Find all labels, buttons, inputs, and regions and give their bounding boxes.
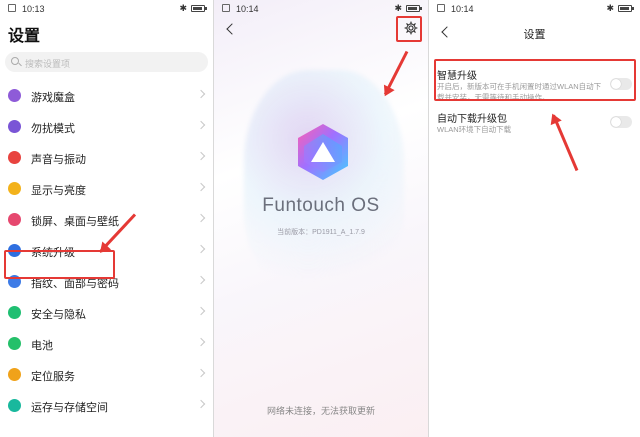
lock-icon (437, 4, 445, 12)
settings-item-label: 运存与存储空间 (31, 402, 108, 414)
moon-icon (8, 120, 21, 133)
bluetooth-icon: ✱ (606, 3, 614, 13)
chevron-right-icon (196, 151, 206, 161)
highlight-box-system-upgrade (4, 250, 115, 279)
status-bar: 10:14 ✱ (214, 0, 428, 18)
sun-icon (8, 182, 21, 195)
background-glow (244, 70, 404, 300)
settings-item-label: 声音与振动 (31, 154, 86, 166)
settings-list-item[interactable]: 安全与隐私 (0, 297, 213, 328)
chevron-right-icon (196, 399, 206, 409)
settings-list-item[interactable]: 锁屏、桌面与壁纸 (0, 204, 213, 235)
battery-status-icon (406, 5, 422, 12)
search-placeholder: 搜索设置项 (25, 59, 71, 69)
option-description: WLAN环境下自动下载 (437, 125, 512, 134)
highlight-box-gear (396, 16, 422, 42)
system-upgrade-panel: 10:14 ✱ Funtouch OS 当前版本：PD1911_A_1.7.9 … (214, 0, 428, 437)
settings-item-label: 锁屏、桌面与壁纸 (31, 216, 119, 228)
upgrade-settings-panel: 10:14 ✱ 设置 智慧升级 开启后，新版本可在手机闲置时通过WLAN自动下载… (429, 0, 640, 437)
settings-list-item[interactable]: 游戏魔盒 (0, 80, 213, 111)
settings-list-item[interactable]: 电池 (0, 328, 213, 359)
shield-icon (8, 306, 21, 319)
auto-download-toggle[interactable] (610, 116, 632, 128)
settings-item-label: 显示与亮度 (31, 185, 86, 197)
chevron-right-icon (196, 337, 206, 347)
network-status-message: 网络未连接，无法获取更新 (266, 406, 375, 416)
back-icon[interactable] (226, 23, 238, 35)
settings-item-label: 电池 (31, 340, 53, 352)
status-bar: 10:13 ✱ (0, 0, 213, 18)
speaker-icon (8, 151, 21, 164)
chevron-right-icon (196, 89, 206, 99)
chevron-right-icon (196, 213, 206, 223)
shirt-icon (8, 213, 21, 226)
lock-icon (222, 4, 230, 12)
status-bar: 10:14 ✱ (429, 0, 640, 18)
lock-icon (8, 4, 16, 12)
settings-item-label: 游戏魔盒 (31, 92, 75, 104)
settings-list-item[interactable]: 定位服务 (0, 359, 213, 390)
settings-list-item[interactable]: 运存与存储空间 (0, 390, 213, 421)
page-title: 设置 (523, 29, 546, 41)
battery-icon (8, 337, 21, 350)
status-time: 10:14 (236, 4, 259, 14)
settings-item-label: 安全与隐私 (31, 309, 86, 321)
chevron-right-icon (196, 275, 206, 285)
storage-icon (8, 399, 21, 412)
settings-list-item[interactable]: 显示与亮度 (0, 173, 213, 204)
chevron-right-icon (196, 182, 206, 192)
settings-item-label: 勿扰模式 (31, 123, 75, 135)
brand-name: Funtouch OS (262, 195, 380, 216)
chevron-right-icon (196, 120, 206, 130)
search-icon (11, 57, 19, 65)
location-pin-icon (8, 368, 21, 381)
settings-item-label: 定位服务 (31, 371, 75, 383)
option-title: 自动下载升级包 (437, 114, 507, 125)
settings-panel: 10:13 ✱ 设置 搜索设置项 游戏魔盒勿扰模式声音与振动显示与亮度锁屏、桌面… (0, 0, 213, 437)
funtouch-logo (298, 124, 348, 180)
version-text: 当前版本：PD1911_A_1.7.9 (277, 229, 365, 236)
search-input[interactable]: 搜索设置项 (5, 52, 208, 72)
bluetooth-icon: ✱ (179, 3, 187, 13)
gamepad-icon (8, 89, 21, 102)
chevron-right-icon (196, 368, 206, 378)
bluetooth-icon: ✱ (394, 3, 402, 13)
annotation-arrow (383, 50, 409, 95)
battery-status-icon (191, 5, 207, 12)
highlight-box-smart-upgrade (434, 59, 636, 101)
chevron-right-icon (196, 244, 206, 254)
battery-status-icon (618, 5, 634, 12)
chevron-right-icon (196, 306, 206, 316)
status-time: 10:13 (22, 4, 45, 14)
settings-list-item[interactable]: 勿扰模式 (0, 111, 213, 142)
settings-list-item[interactable]: 声音与振动 (0, 142, 213, 173)
page-title: 设置 (8, 28, 41, 45)
status-time: 10:14 (451, 4, 474, 14)
